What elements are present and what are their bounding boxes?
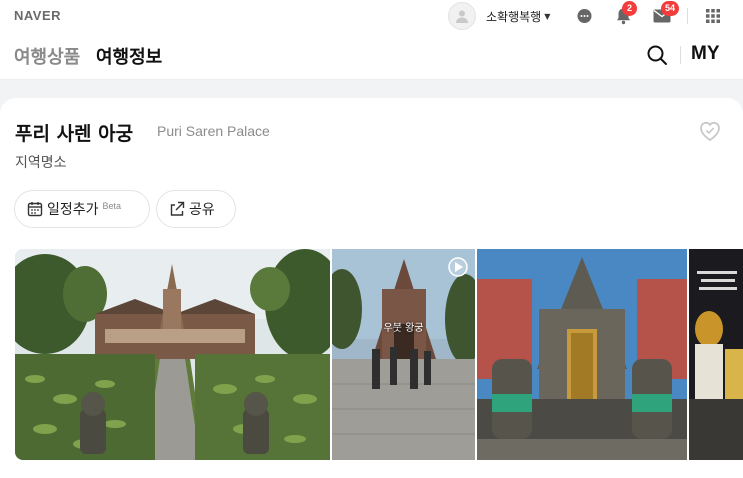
photo-caption: 우붓 왕궁 <box>383 323 424 334</box>
place-photo[interactable] <box>477 249 687 460</box>
beta-label: Beta <box>102 201 122 211</box>
my-button[interactable]: MY <box>691 43 720 65</box>
naver-logo[interactable]: NAVER <box>14 8 61 23</box>
apps-grid-icon[interactable] <box>703 6 723 26</box>
place-category: 지역명소 <box>15 155 67 171</box>
add-schedule-button[interactable]: 일정추가 Beta <box>14 190 150 228</box>
user-menu[interactable]: 소확행복행 ▼ <box>448 2 550 30</box>
place-card: 푸리 사렌 아궁 Puri Saren Palace 지역명소 일정추가 Bet… <box>0 98 743 478</box>
place-photo[interactable] <box>689 249 743 460</box>
share-icon <box>170 201 185 216</box>
place-title-english: Puri Saren Palace <box>157 123 270 139</box>
share-button[interactable]: 공유 <box>156 190 236 228</box>
divider <box>680 46 681 64</box>
place-title: 푸리 사렌 아궁 <box>15 123 134 145</box>
tab-travel-info[interactable]: 여행정보 <box>96 43 162 69</box>
username[interactable]: 소확행복행 <box>486 8 541 25</box>
place-photo[interactable] <box>15 249 330 460</box>
search-icon[interactable] <box>646 44 668 66</box>
mail-badge: 54 <box>661 1 680 16</box>
divider <box>687 8 688 24</box>
notification-badge: 2 <box>622 1 637 16</box>
mail-icon[interactable]: 54 <box>652 1 680 26</box>
top-bar: NAVER 소확행복행 ▼ 2 54 <box>0 0 743 32</box>
tab-travel-products[interactable]: 여행상품 <box>14 43 80 69</box>
heart-icon[interactable] <box>698 120 722 142</box>
add-schedule-label: 일정추가 <box>47 202 99 218</box>
nav-bar: 여행상품 여행정보 MY <box>0 32 743 80</box>
chat-icon[interactable] <box>574 6 594 26</box>
place-photo[interactable]: 우붓 왕궁 <box>332 249 475 460</box>
calendar-icon <box>27 202 43 217</box>
bell-icon[interactable]: 2 <box>613 1 637 26</box>
share-label: 공유 <box>189 202 215 218</box>
profile-icon[interactable] <box>448 2 476 30</box>
caret-down-icon[interactable]: ▼ <box>544 12 550 21</box>
